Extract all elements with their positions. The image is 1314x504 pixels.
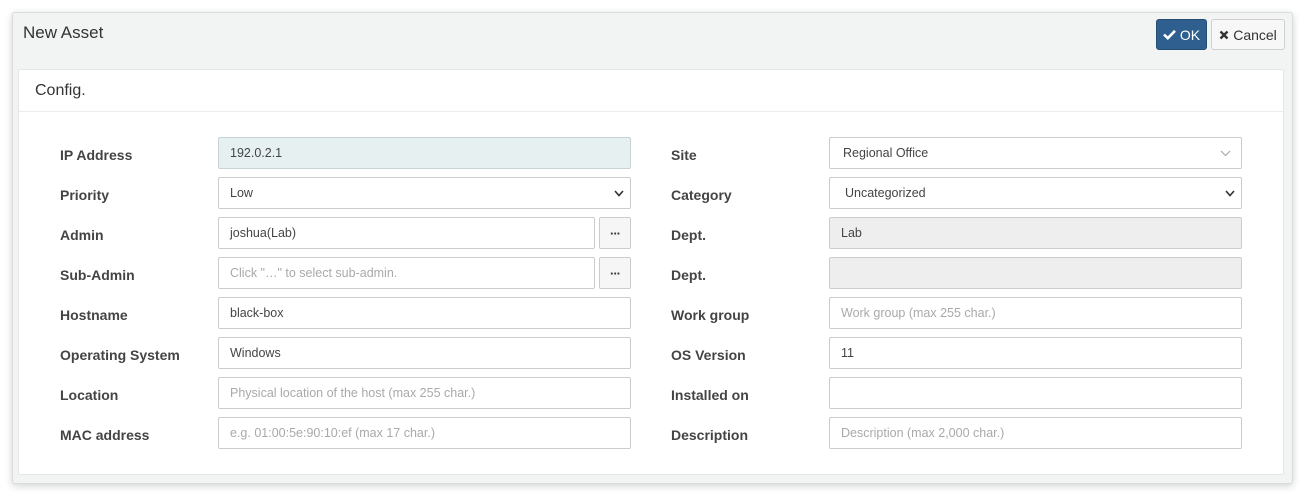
- dialog-title: New Asset: [23, 23, 104, 42]
- panel-title: Config.: [19, 70, 1283, 112]
- installed-on-input[interactable]: [829, 377, 1242, 409]
- site-label: Site: [671, 147, 697, 163]
- category-label: Category: [671, 187, 732, 203]
- chevron-down-icon: [1225, 189, 1235, 197]
- cancel-label: Cancel: [1233, 26, 1277, 43]
- site-select[interactable]: Regional Office: [829, 137, 1242, 169]
- category-select[interactable]: Uncategorized: [829, 177, 1242, 209]
- sub-admin-picker-button[interactable]: ···: [599, 257, 631, 289]
- ellipsis-icon: ···: [610, 265, 621, 281]
- os-version-input[interactable]: 11: [829, 337, 1242, 369]
- priority-select[interactable]: Low: [218, 177, 631, 209]
- mac-label: MAC address: [60, 427, 150, 443]
- admin-label: Admin: [60, 227, 104, 243]
- check-icon: [1162, 29, 1176, 40]
- sub-admin-label: Sub-Admin: [60, 267, 135, 283]
- ok-button[interactable]: OK: [1156, 19, 1207, 50]
- sub-admin-input[interactable]: Click "…" to select sub-admin.: [218, 257, 595, 289]
- admin-input[interactable]: joshua(Lab): [218, 217, 595, 249]
- site-value: Regional Office: [843, 146, 929, 160]
- os-input[interactable]: Windows: [218, 337, 631, 369]
- close-icon: [1219, 30, 1229, 39]
- mac-input[interactable]: e.g. 01:00:5e:90:10:ef (max 17 char.): [218, 417, 631, 449]
- category-value: Uncategorized: [845, 186, 926, 200]
- location-label: Location: [60, 387, 119, 403]
- os-version-label: OS Version: [671, 347, 746, 363]
- description-label: Description: [671, 427, 749, 443]
- location-input[interactable]: Physical location of the host (max 255 c…: [218, 377, 631, 409]
- new-asset-dialog: New Asset OK Cancel Config. IP Address 1…: [12, 12, 1293, 484]
- workgroup-input[interactable]: Work group (max 255 char.): [829, 297, 1242, 329]
- dept-field: Lab: [829, 217, 1242, 249]
- installed-on-label: Installed on: [671, 387, 749, 403]
- config-panel: Config. IP Address 192.0.2.1 Priority Lo…: [18, 69, 1284, 475]
- sub-dept-field: [829, 257, 1242, 289]
- chevron-down-icon: [1220, 150, 1235, 157]
- priority-value: Low: [230, 186, 253, 200]
- ok-label: OK: [1179, 26, 1201, 43]
- hostname-input[interactable]: black-box: [218, 297, 631, 329]
- dept-label: Dept.: [671, 227, 706, 243]
- os-label: Operating System: [60, 347, 180, 363]
- description-input[interactable]: Description (max 2,000 char.): [829, 417, 1242, 449]
- chevron-down-icon: [614, 189, 624, 197]
- priority-label: Priority: [60, 187, 110, 203]
- cancel-button[interactable]: Cancel: [1211, 19, 1285, 50]
- ellipsis-icon: ···: [610, 225, 621, 241]
- ip-address-label: IP Address: [60, 147, 133, 163]
- ip-address-input[interactable]: 192.0.2.1: [218, 137, 631, 169]
- workgroup-label: Work group: [671, 307, 750, 323]
- sub-dept-label: Dept.: [671, 267, 706, 283]
- hostname-label: Hostname: [60, 307, 128, 323]
- admin-picker-button[interactable]: ···: [599, 217, 631, 249]
